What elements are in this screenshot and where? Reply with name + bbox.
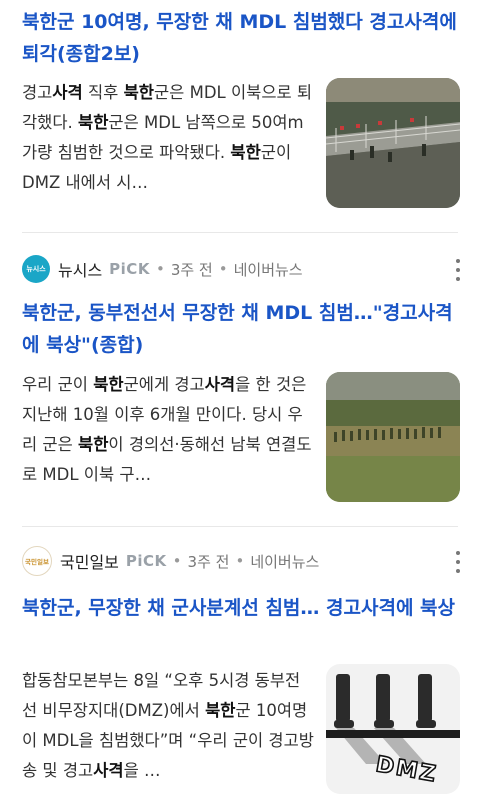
news-outlet-logo: 뉴시스 xyxy=(22,255,50,283)
source-name: 국민일보 xyxy=(60,553,119,572)
article-thumbnail[interactable]: DMZ xyxy=(326,664,460,794)
dmz-illustration-icon: DMZ xyxy=(326,664,460,794)
text-segment: 을 … xyxy=(123,761,161,780)
pick-badge: PiCK xyxy=(125,552,167,570)
news-provider: 네이버뉴스 xyxy=(233,260,303,279)
keyword-highlight: 북한 xyxy=(78,113,109,132)
keyword-highlight: 북한 xyxy=(78,435,109,454)
text-segment: 우리 군이 xyxy=(22,375,94,394)
text-segment: 경고 xyxy=(22,83,53,102)
keyword-highlight: 북한 xyxy=(22,302,57,324)
article-source[interactable]: 국민일보 국민일보 PiCK • 3주 전 • 네이버뉴스 xyxy=(22,546,320,576)
publish-time: 3주 전 xyxy=(170,260,213,279)
article-title[interactable]: 북한군, 동부전선서 무장한 채 MDL 침범…"경고사격에 북상"(종합) xyxy=(22,297,462,361)
more-options-icon[interactable] xyxy=(454,551,462,573)
keyword-highlight: 북한 xyxy=(123,83,154,102)
keyword-highlight: 사격 xyxy=(360,597,396,619)
text-segment: 에 북상 xyxy=(395,597,456,619)
more-options-icon[interactable] xyxy=(454,259,462,281)
separator-dot: • xyxy=(172,552,182,570)
text-segment: 군, 무장한 채 군사분계선 침범… 경고 xyxy=(56,597,361,619)
logo-text: 뉴시스 xyxy=(26,265,46,273)
keyword-highlight: 북한 xyxy=(93,375,124,394)
soldiers-field-photo-icon xyxy=(326,372,460,502)
keyword-highlight: 북한 xyxy=(22,597,57,619)
text-segment: 군 10여명, 무장한 채 MDL 침범했다 경고 xyxy=(56,11,405,33)
keyword-highlight: 사격 xyxy=(93,761,124,780)
pick-badge: PiCK xyxy=(109,260,150,278)
logo-text: 국민일보 xyxy=(25,558,49,566)
source-name: 뉴시스 xyxy=(58,261,103,280)
text-segment: 에 북상"(종합) xyxy=(22,334,144,356)
publish-time: 3주 전 xyxy=(187,552,230,571)
separator-dot: • xyxy=(218,260,228,278)
article-snippet[interactable]: 우리 군이 북한군에게 경고사격을 한 것은 지난해 10월 이후 6개월 만이… xyxy=(22,370,314,490)
divider xyxy=(22,232,458,233)
text-segment: 직후 xyxy=(82,83,124,102)
article-snippet[interactable]: 합동참모본부는 8일 “오후 5시경 동부전선 비무장지대(DMZ)에서 북한군… xyxy=(22,666,314,786)
article-title[interactable]: 북한군, 무장한 채 군사분계선 침범… 경고사격에 북상 xyxy=(22,592,462,624)
text-segment: 군에게 경고 xyxy=(123,375,205,394)
separator-dot: • xyxy=(155,260,165,278)
keyword-highlight: 사격 xyxy=(204,375,236,394)
separator-dot: • xyxy=(235,552,245,570)
keyword-highlight: 사격 xyxy=(417,302,453,324)
article-thumbnail[interactable] xyxy=(326,372,460,502)
divider xyxy=(22,526,458,527)
news-outlet-logo: 국민일보 xyxy=(22,546,52,576)
keyword-highlight: 사격 xyxy=(52,83,83,102)
border-fence-photo-icon xyxy=(326,78,460,208)
keyword-highlight: 북한 xyxy=(230,143,261,162)
article-source[interactable]: 뉴시스 뉴시스 PiCK • 3주 전 • 네이버뉴스 xyxy=(22,255,303,283)
keyword-highlight: 북한 xyxy=(205,701,236,720)
article-title[interactable]: 북한군 10여명, 무장한 채 MDL 침범했다 경고사격에 퇴각(종합2보) xyxy=(22,6,462,70)
article-snippet[interactable]: 경고사격 직후 북한군은 MDL 이북으로 퇴각했다. 북한군은 MDL 남쪽으… xyxy=(22,78,314,198)
text-segment: 군, 동부전선서 무장한 채 MDL 침범…"경고 xyxy=(56,302,418,324)
news-provider: 네이버뉴스 xyxy=(250,552,320,571)
article-thumbnail[interactable] xyxy=(326,78,460,208)
keyword-highlight: 사격 xyxy=(404,11,440,33)
keyword-highlight: 북한 xyxy=(22,11,57,33)
